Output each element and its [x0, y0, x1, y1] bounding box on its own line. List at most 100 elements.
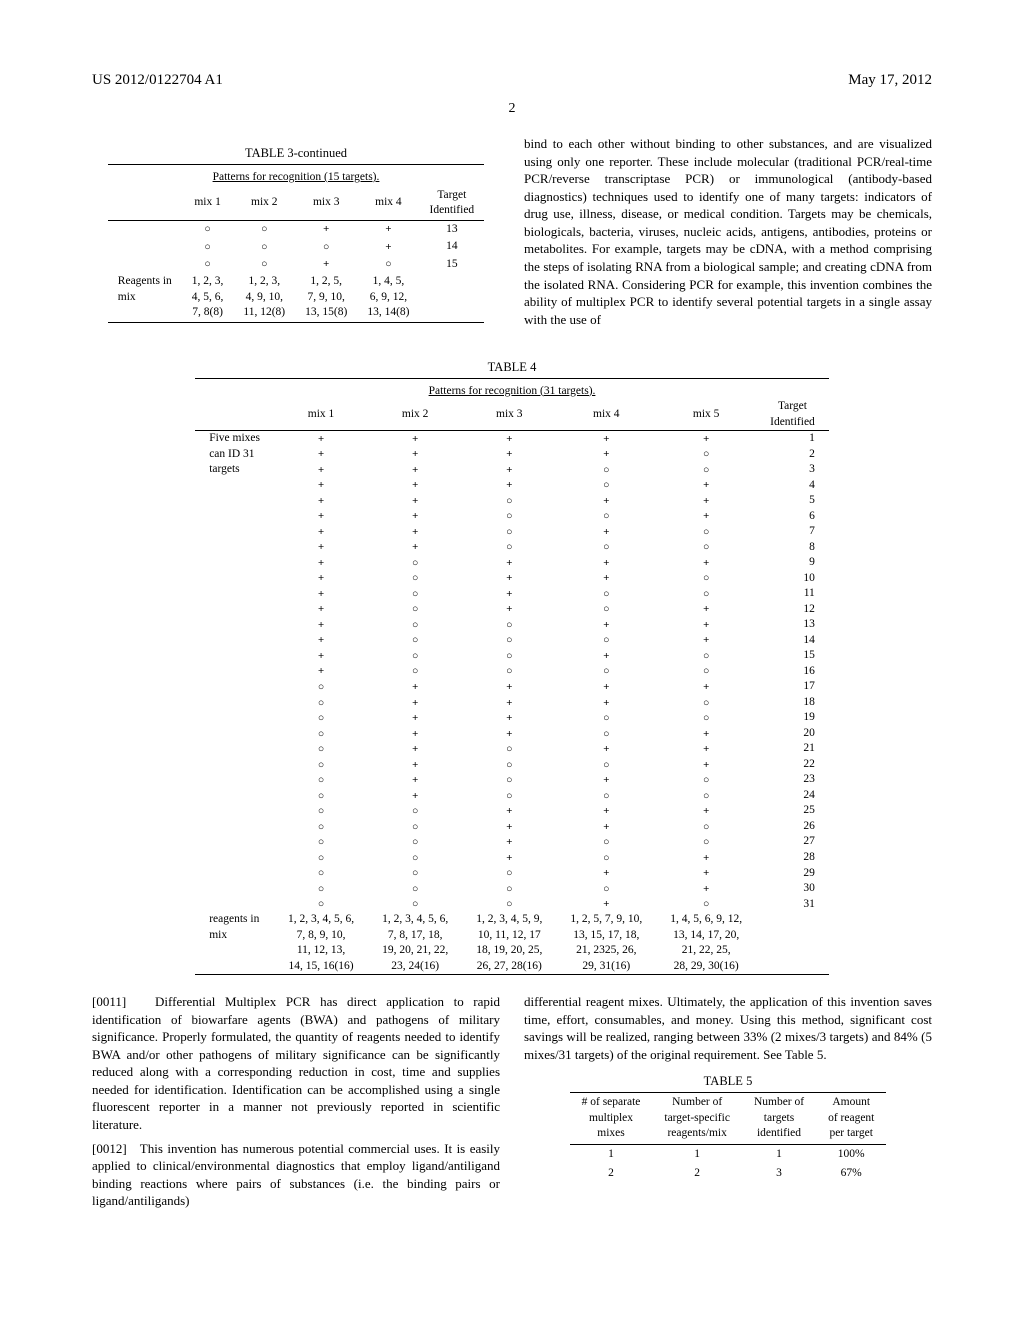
table-row: ○+○++21 — [195, 741, 829, 757]
pattern-cell: + — [274, 540, 368, 556]
pattern-cell: + — [295, 220, 357, 238]
page-number: 2 — [92, 100, 932, 119]
row-label-cell — [195, 850, 274, 866]
table-row: ○++○+20 — [195, 726, 829, 742]
pattern-cell: + — [556, 803, 656, 819]
target-id-cell: 7 — [756, 524, 829, 540]
table-cell: 1 — [570, 1144, 653, 1164]
t3-col-3: mix 3 — [295, 187, 357, 221]
pattern-cell: + — [274, 509, 368, 525]
pattern-cell: + — [656, 478, 756, 494]
pattern-cell: ○ — [656, 447, 756, 463]
target-id-cell: 20 — [756, 726, 829, 742]
pattern-cell: ○ — [368, 803, 462, 819]
pattern-cell: ○ — [656, 897, 756, 913]
continuation-para-top: bind to each other without binding to ot… — [524, 135, 932, 328]
row-label-cell — [195, 803, 274, 819]
pattern-cell: ○ — [233, 238, 295, 256]
pattern-cell: ○ — [368, 866, 462, 882]
row-label-cell: Five mixes — [195, 431, 274, 447]
pattern-cell: + — [462, 555, 556, 571]
pattern-cell: + — [368, 493, 462, 509]
pattern-cell: ○ — [462, 881, 556, 897]
table-row: ○○+++25 — [195, 803, 829, 819]
row-label-cell — [195, 679, 274, 695]
pattern-cell: ○ — [656, 462, 756, 478]
para-0011: [0011] Differential Multiplex PCR has di… — [92, 993, 500, 1133]
pattern-cell: ○ — [556, 462, 656, 478]
pattern-cell: ○ — [274, 866, 368, 882]
pattern-cell: + — [274, 664, 368, 680]
table-cell: 3 — [742, 1164, 816, 1184]
pattern-cell: + — [462, 602, 556, 618]
pattern-cell: ○ — [462, 648, 556, 664]
pattern-cell: + — [462, 447, 556, 463]
table-3-title: TABLE 3-continued — [92, 145, 500, 162]
pattern-cell: + — [656, 617, 756, 633]
pattern-cell: ○ — [182, 220, 234, 238]
target-id-cell: 24 — [756, 788, 829, 804]
t3-reagents-label: Reagents in mix — [108, 273, 182, 322]
table-row: ++○○○8 — [195, 540, 829, 556]
t4-reagents-5: 1, 4, 5, 6, 9, 12, 13, 14, 17, 20, 21, 2… — [656, 912, 756, 975]
t4-reagents-1: 1, 2, 3, 4, 5, 6, 7, 8, 9, 10, 11, 12, 1… — [274, 912, 368, 975]
table-row: targets+++○○3 — [195, 462, 829, 478]
pattern-cell: + — [368, 695, 462, 711]
row-label-cell — [195, 772, 274, 788]
target-id-cell: 15 — [756, 648, 829, 664]
pattern-cell: ○ — [357, 256, 419, 274]
target-id-cell: 9 — [756, 555, 829, 571]
pattern-cell: ○ — [656, 772, 756, 788]
target-id-cell: 15 — [419, 256, 484, 274]
pattern-cell: + — [368, 462, 462, 478]
target-id-cell: 2 — [756, 447, 829, 463]
pattern-cell: ○ — [274, 850, 368, 866]
pattern-cell: ○ — [368, 664, 462, 680]
pattern-cell: + — [656, 633, 756, 649]
pattern-cell: + — [556, 866, 656, 882]
pattern-cell: ○ — [656, 710, 756, 726]
t4-col-target: Target Identified — [756, 399, 829, 431]
pattern-cell: + — [462, 571, 556, 587]
table-row: Five mixes+++++1 — [195, 431, 829, 447]
target-id-cell: 13 — [419, 220, 484, 238]
pattern-cell: ○ — [274, 819, 368, 835]
table-row: ○○++13 — [108, 220, 484, 238]
pattern-cell: + — [462, 819, 556, 835]
row-label-cell — [195, 788, 274, 804]
target-id-cell: 21 — [756, 741, 829, 757]
row-label-cell — [195, 741, 274, 757]
target-id-cell: 5 — [756, 493, 829, 509]
t3-reagents-2: 1, 2, 3, 4, 9, 10, 11, 12(8) — [233, 273, 295, 322]
pattern-cell: + — [274, 571, 368, 587]
target-id-cell: 13 — [756, 617, 829, 633]
pattern-cell: + — [368, 431, 462, 447]
table-row: ○○○+○31 — [195, 897, 829, 913]
pattern-cell: ○ — [462, 524, 556, 540]
pattern-cell: ○ — [274, 897, 368, 913]
pattern-cell: ○ — [274, 803, 368, 819]
pattern-cell: ○ — [274, 881, 368, 897]
pub-date: May 17, 2012 — [848, 70, 932, 90]
pattern-cell: + — [656, 803, 756, 819]
t5-col-3: Number of targets identified — [742, 1093, 816, 1145]
target-id-cell: 11 — [756, 586, 829, 602]
pattern-cell: ○ — [368, 897, 462, 913]
pattern-cell: ○ — [656, 524, 756, 540]
table-row: ○○+○+28 — [195, 850, 829, 866]
pattern-cell: + — [274, 555, 368, 571]
table-4: TABLE 4 Patterns for recognition (31 tar… — [92, 359, 932, 975]
pattern-cell: ○ — [556, 509, 656, 525]
table-row: +○++○10 — [195, 571, 829, 587]
t5-col-2: Number of target-specific reagents/mix — [652, 1093, 742, 1145]
pattern-cell: ○ — [656, 788, 756, 804]
pattern-cell: + — [656, 757, 756, 773]
pattern-cell: ○ — [295, 238, 357, 256]
pattern-cell: + — [462, 679, 556, 695]
t4-col-3: mix 3 — [462, 399, 556, 431]
table-row: +○○+○15 — [195, 648, 829, 664]
pattern-cell: ○ — [462, 788, 556, 804]
table-row: 111100% — [570, 1144, 887, 1164]
row-label-cell — [195, 478, 274, 494]
pattern-cell: ○ — [462, 772, 556, 788]
